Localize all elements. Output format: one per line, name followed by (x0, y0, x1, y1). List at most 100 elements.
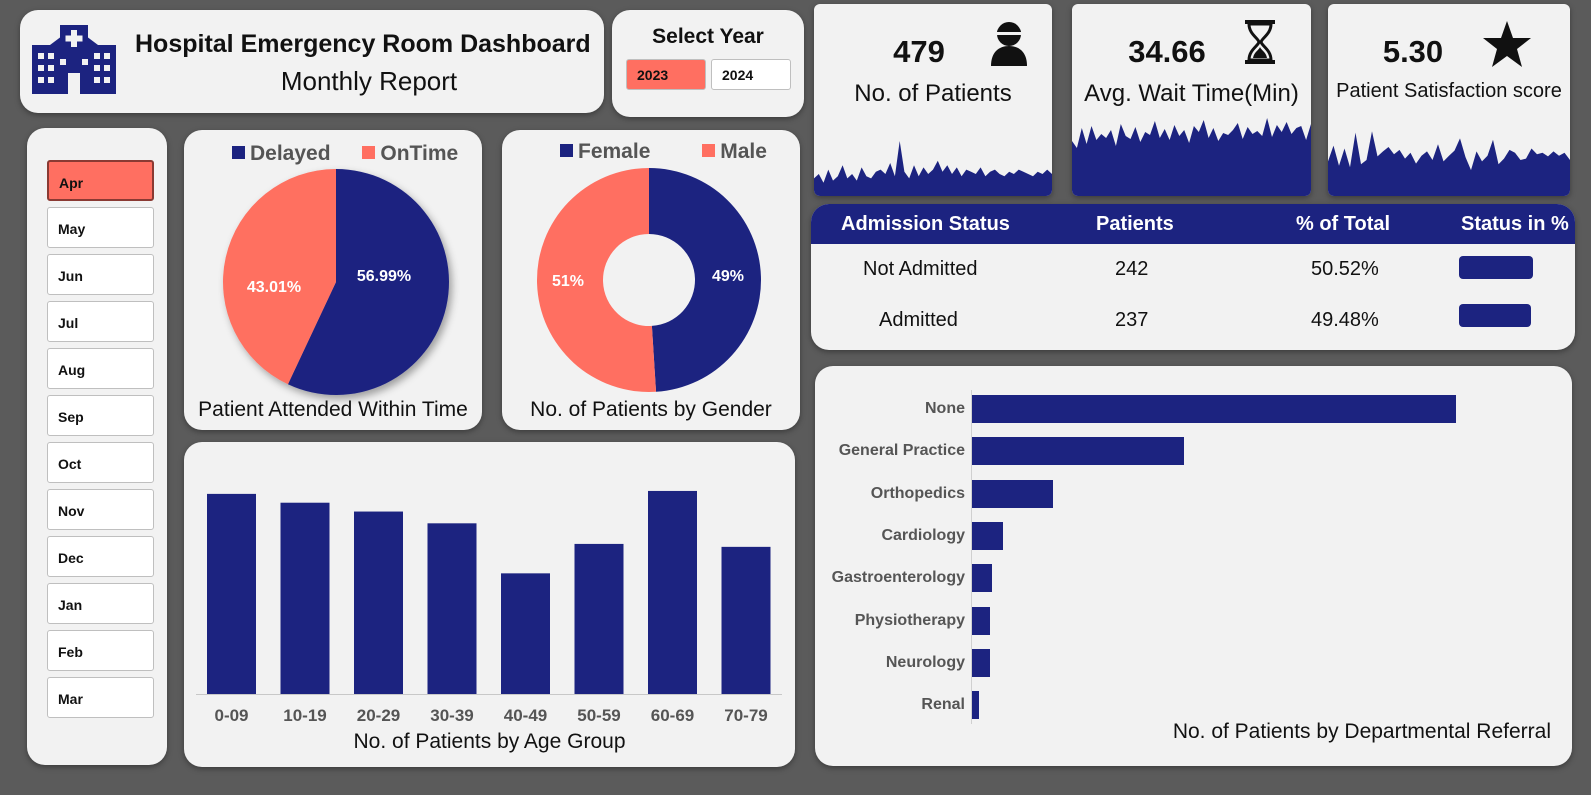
age-bar-50-59 (574, 543, 624, 694)
patient-icon (991, 22, 1027, 66)
donut-label-female: 49% (712, 268, 744, 285)
age-tick-label: 20-29 (357, 706, 400, 725)
row-status-not-admitted: Not Admitted (863, 258, 978, 280)
hourglass-icon (1245, 20, 1275, 64)
age-bar-10-19 (280, 502, 330, 694)
header-card: Hospital Emergency Room Dashboard Monthl… (20, 10, 604, 113)
gender-donut-chart: 49% 51% (536, 168, 761, 392)
referral-bar (972, 648, 991, 677)
age-tick-label: 70-79 (724, 706, 767, 725)
row-status-bar-not-admitted (1459, 256, 1533, 279)
referral-bar (972, 479, 1053, 508)
year-option-2024[interactable]: 2024 (711, 59, 791, 90)
page-subtitle: Monthly Report (280, 66, 458, 96)
gender-donut-card: Female Male 49% 51% No. of Patients by G… (502, 130, 800, 430)
star-icon (1483, 21, 1531, 67)
attended-pie-chart: 56.99% 43.01% (223, 169, 449, 395)
kpi-patients-sparkline (814, 141, 1052, 196)
age-bar-40-49 (501, 573, 550, 694)
kpi-satisfaction-value: 5.30 (1382, 34, 1444, 69)
referral-bar (972, 437, 1184, 466)
referral-bar (972, 395, 1456, 423)
kpi-wait-label: Avg. Wait Time(Min) (1084, 80, 1299, 107)
sparkline-area (1328, 131, 1570, 196)
referral-bar (972, 691, 980, 720)
age-group-card: 0-09 10-19 20-29 30-39 40-49 50-59 60-69 70-79 … (184, 442, 795, 767)
age-bar-20-29 (354, 511, 403, 694)
month-option-dec[interactable]: Dec (47, 536, 154, 577)
referral-label: Gastroenterology (831, 569, 965, 587)
month-slicer: Apr May Jun Jul Aug Sep Oct Nov Dec Jan … (27, 128, 167, 765)
sparkline-area (814, 141, 1052, 196)
row-patients-not-admitted: 242 (1115, 258, 1149, 280)
referral-bar (972, 521, 1004, 550)
column-header-status-pct: Status in % (1461, 213, 1569, 235)
month-option-oct[interactable]: Oct (47, 442, 154, 483)
kpi-wait-card: 34.66 Avg. Wait Time(Min) (1072, 4, 1311, 196)
column-header-admission-status: Admission Status (841, 213, 1010, 235)
month-option-jun[interactable]: Jun (47, 254, 154, 295)
pie-label-delayed: 56.99% (357, 268, 411, 285)
month-option-nov[interactable]: Nov (47, 489, 154, 530)
referral-label: Neurology (885, 653, 965, 671)
pie-label-ontime: 43.01% (247, 279, 301, 296)
month-option-jan[interactable]: Jan (47, 583, 154, 624)
row-pct-admitted: 49.48% (1311, 309, 1379, 331)
sparkline-area (1072, 118, 1311, 196)
kpi-satisfaction-card: 5.30 Patient Satisfaction score (1328, 4, 1570, 196)
attended-chart-title: Patient Attended Within Time (198, 398, 468, 421)
age-tick-label: 10-19 (283, 706, 326, 725)
month-option-mar[interactable]: Mar (47, 677, 154, 718)
month-option-aug[interactable]: Aug (47, 348, 154, 389)
month-option-sep[interactable]: Sep (47, 395, 154, 436)
referral-chart-title: No. of Patients by Departmental Referral (1172, 720, 1551, 743)
month-option-may[interactable]: May (47, 207, 154, 248)
age-bar-60-69 (648, 490, 697, 694)
referral-label: Cardiology (881, 526, 965, 544)
hospital-icon (32, 25, 116, 94)
age-bar-70-79 (721, 546, 771, 694)
kpi-patients-label: No. of Patients (854, 80, 1012, 107)
age-tick-label: 30-39 (430, 706, 473, 725)
admission-table: Admission Status Patients % of Total Sta… (811, 204, 1575, 350)
age-tick-label: 0-09 (214, 706, 248, 725)
age-tick-label: 40-49 (504, 706, 547, 725)
referral-label: Orthopedics (870, 484, 965, 502)
gender-chart-title: No. of Patients by Gender (530, 398, 772, 421)
kpi-wait-value: 34.66 (1128, 34, 1206, 69)
age-bar-30-39 (427, 523, 477, 694)
month-option-feb[interactable]: Feb (47, 630, 154, 671)
month-option-jul[interactable]: Jul (47, 301, 154, 342)
page-title: Hospital Emergency Room Dashboard (135, 30, 591, 58)
age-chart-title: No. of Patients by Age Group (353, 730, 626, 753)
kpi-wait-sparkline (1072, 118, 1311, 196)
month-option-apr[interactable]: Apr (47, 160, 154, 201)
referral-card: None General Practice Orthopedics Cardiolog… (815, 366, 1572, 766)
kpi-patients-value: 479 (893, 34, 945, 69)
donut-label-male: 51% (552, 273, 584, 290)
year-slicer: Select Year 2023 2024 (612, 10, 804, 117)
donut-slice-female (649, 168, 761, 392)
row-pct-not-admitted: 50.52% (1311, 258, 1379, 280)
row-patients-admitted: 237 (1115, 309, 1149, 331)
attended-pie-card: Delayed OnTime 56.99% 43.01% Patient Att… (184, 130, 482, 430)
referral-label: Renal (921, 696, 965, 714)
referral-bar (972, 564, 993, 593)
age-bar-0-09 (207, 493, 256, 694)
referral-label: General Practice (838, 442, 965, 460)
column-header-pct-total: % of Total (1296, 213, 1391, 235)
kpi-satisfaction-label: Patient Satisfaction score (1336, 80, 1562, 102)
age-tick-label: 60-69 (651, 706, 694, 725)
referral-label: None (925, 400, 965, 417)
year-option-2023[interactable]: 2023 (626, 59, 706, 90)
kpi-satisfaction-sparkline (1328, 131, 1570, 196)
column-header-patients: Patients (1096, 213, 1174, 235)
kpi-patients-card: 479 No. of Patients (814, 4, 1052, 196)
age-tick-label: 50-59 (577, 706, 620, 725)
referral-label: Physiotherapy (854, 611, 965, 629)
row-status-admitted: Admitted (879, 309, 958, 331)
year-slicer-label: Select Year (652, 25, 764, 48)
row-status-bar-admitted (1459, 304, 1532, 327)
referral-bar (972, 606, 991, 635)
age-group-bar-chart: 0-09 10-19 20-29 30-39 40-49 50-59 60-69 70-79 (196, 490, 782, 725)
